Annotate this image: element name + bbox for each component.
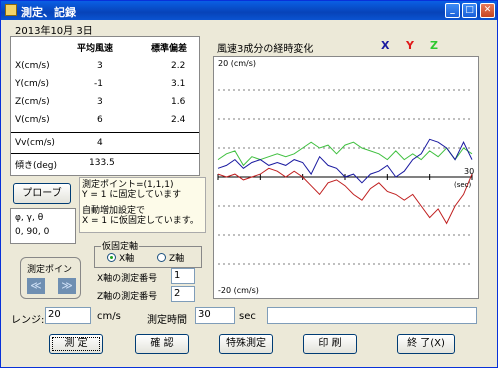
row-avg: 3 — [97, 97, 103, 107]
angles-box: φ, γ, θ 0, 90, 0 — [10, 208, 76, 244]
note-line-4: X = 1 に仮固定しています。 — [82, 216, 199, 226]
row-std: 3.1 — [171, 79, 186, 89]
row-label: Vv(cm/s) — [15, 138, 55, 148]
row-std: 2.4 — [171, 115, 186, 125]
table-row: V(cm/s) 6 2.4 — [11, 111, 199, 129]
z-axis-radio-label[interactable]: Z軸 — [169, 251, 184, 264]
angles-value: 0, 90, 0 — [15, 227, 50, 237]
z-axis-number-input[interactable]: 2 — [171, 286, 195, 302]
row-avg: -1 — [94, 79, 103, 89]
legend-x: X — [381, 39, 390, 52]
row-label: X(cm/s) — [15, 61, 50, 71]
note-line-1: 測定ポイント=(1,1,1) — [82, 180, 174, 190]
note-line-2: Y = 1 に固定しています — [82, 190, 182, 200]
row-std: 2.2 — [171, 61, 186, 71]
y-top-label: 20 (cm/s) — [218, 59, 256, 68]
legend-y: Y — [406, 39, 414, 52]
maximize-icon[interactable]: □ — [462, 3, 477, 18]
exit-button[interactable]: 終 了(X) — [397, 334, 455, 354]
z-axis-number-label: Z軸の測定番号 — [97, 292, 158, 302]
table-row: X(cm/s) 3 2.2 — [11, 57, 199, 75]
row-avg: 6 — [97, 115, 103, 125]
message-field[interactable] — [267, 307, 477, 324]
time-input[interactable]: 30 — [195, 307, 235, 324]
range-input[interactable]: 20 — [45, 307, 91, 324]
range-unit: cm/s — [97, 311, 121, 322]
table-row: Z(cm/s) 3 1.6 — [11, 93, 199, 111]
x-axis-radio[interactable] — [107, 253, 116, 262]
table-row: 傾き(deg) 133.5 — [11, 154, 199, 172]
table-header: 平均風速 標準偏差 — [11, 37, 199, 55]
x-end-label: 30 — [464, 167, 474, 176]
wind-chart: 20 (cm/s) -20 (cm/s) 30 (sec) — [213, 56, 479, 299]
minimize-icon[interactable]: _ — [445, 3, 460, 18]
x-axis-number-label: X軸の測定番号 — [97, 274, 158, 284]
x-axis-radio-label[interactable]: X軸 — [119, 251, 134, 264]
row-avg: 133.5 — [89, 158, 115, 168]
close-icon[interactable]: ✕ — [480, 3, 495, 18]
time-label: 測定時間 — [147, 315, 187, 326]
date-label: 2013年10月 3日 — [15, 26, 93, 37]
chart-title: 風速3成分の経時変化 — [217, 44, 314, 55]
measure-point-group: 測定ポイント ≪ ≫ — [20, 257, 81, 299]
header-stddev: 標準偏差 — [151, 44, 188, 54]
next-point-button[interactable]: ≫ — [58, 278, 76, 294]
window-title: 測定、記録 — [21, 6, 76, 19]
special-measure-button[interactable]: 特殊測定 — [219, 334, 273, 354]
row-label: V(cm/s) — [15, 115, 50, 125]
row-label: Z(cm/s) — [15, 97, 50, 107]
measure-button[interactable]: 測 定 — [49, 334, 103, 354]
print-button[interactable]: 印 刷 — [303, 334, 357, 354]
row-avg: 3 — [97, 61, 103, 71]
table-divider — [11, 132, 199, 133]
app-icon — [5, 4, 17, 16]
table-row: Y(cm/s) -1 3.1 — [11, 75, 199, 93]
x-axis-number-input[interactable]: 1 — [171, 268, 195, 284]
z-axis-radio[interactable] — [157, 253, 166, 262]
legend-z: Z — [430, 39, 438, 52]
probe-button[interactable]: プローブ — [13, 183, 71, 204]
angles-label: φ, γ, θ — [15, 213, 44, 223]
header-average: 平均風速 — [77, 44, 114, 54]
confirm-button[interactable]: 確 認 — [135, 334, 189, 354]
row-std: 1.6 — [171, 97, 186, 107]
series-line-z — [217, 141, 473, 167]
fixed-axis-group: 仮固定軸 X軸 Z軸 — [94, 239, 202, 268]
note-line-3: 自動増加設定で — [82, 206, 146, 216]
chart-plot: 20 (cm/s) -20 (cm/s) 30 (sec) — [217, 59, 474, 295]
range-label: レンジ: — [11, 315, 45, 326]
x-unit-label: (sec) — [454, 181, 472, 189]
table-row: Vv(cm/s) 4 — [11, 134, 199, 152]
status-note: 測定ポイント=(1,1,1) Y = 1 に固定しています 自動増加設定で X … — [79, 177, 206, 233]
row-label: Y(cm/s) — [15, 79, 49, 89]
main-window: 測定、記録 _ □ ✕ 2013年10月 3日 平均風速 標準偏差 X(cm/s… — [0, 0, 498, 368]
prev-point-button[interactable]: ≪ — [27, 278, 45, 294]
row-avg: 4 — [97, 138, 103, 148]
time-unit: sec — [239, 311, 256, 322]
title-bar[interactable]: 測定、記録 _ □ ✕ — [1, 1, 497, 20]
row-label: 傾き(deg) — [15, 161, 57, 171]
stats-table: 平均風速 標準偏差 X(cm/s) 3 2.2 Y(cm/s) -1 3.1 Z… — [10, 36, 200, 176]
y-bottom-label: -20 (cm/s) — [218, 286, 259, 295]
